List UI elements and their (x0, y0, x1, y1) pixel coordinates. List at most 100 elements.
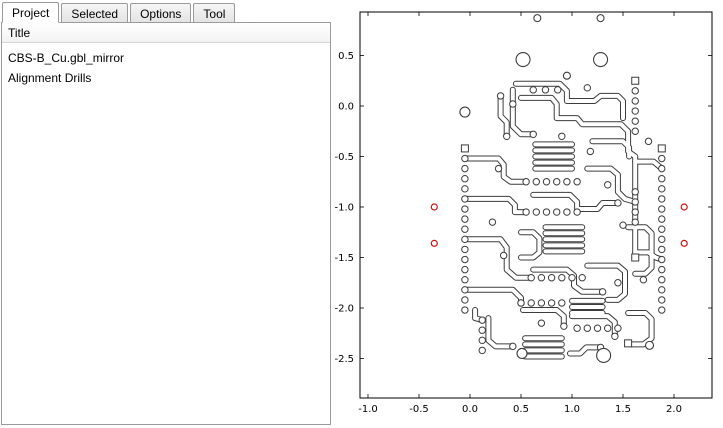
pad (599, 289, 605, 295)
pad (559, 275, 565, 281)
y-tick-label: -2.5 (334, 354, 354, 365)
tab-options[interactable]: Options (130, 3, 191, 23)
pad (528, 275, 534, 281)
y-tick-label: 0.0 (338, 102, 354, 113)
pad (489, 219, 495, 225)
square-pad (461, 145, 468, 152)
mount-hole (517, 348, 527, 358)
pad (538, 275, 544, 281)
pad (559, 300, 565, 306)
pad (659, 236, 665, 242)
pad (659, 256, 665, 262)
pad (523, 209, 529, 215)
project-item[interactable]: Alignment Drills (2, 68, 330, 88)
mount-hole (563, 72, 570, 79)
mount-hole (594, 53, 608, 67)
pad (659, 196, 665, 202)
pad (548, 275, 554, 281)
x-tick-label: 1.0 (564, 404, 580, 415)
pad (538, 320, 544, 326)
pad (587, 148, 593, 154)
pad (615, 325, 621, 331)
pad (462, 155, 468, 161)
pad (659, 297, 665, 303)
pad (584, 85, 590, 91)
pad (462, 307, 468, 313)
pad (574, 325, 580, 331)
pad (659, 266, 665, 272)
pad (479, 347, 485, 353)
pad (462, 266, 468, 272)
pad (523, 179, 529, 185)
pad (564, 209, 570, 215)
left-panel: ProjectSelectedOptionsTool Title CBS-B_C… (0, 0, 333, 428)
app-window: ProjectSelectedOptionsTool Title CBS-B_C… (0, 0, 723, 428)
pad (462, 277, 468, 283)
pad (528, 300, 534, 306)
pad (612, 333, 618, 339)
plot-svg[interactable]: -1.0-0.50.00.51.01.52.00.50.0-0.5-1.0-1.… (333, 0, 723, 428)
pad (462, 246, 468, 252)
pad (479, 317, 485, 323)
pad (605, 182, 611, 188)
mount-hole (516, 53, 530, 67)
tab-tool[interactable]: Tool (193, 3, 235, 23)
pad (632, 209, 638, 215)
pad (632, 98, 638, 104)
pad (462, 206, 468, 212)
project-panel: Title CBS-B_Cu.gbl_mirrorAlignment Drill… (1, 22, 331, 425)
pad (632, 118, 638, 124)
pad (538, 300, 544, 306)
pad (495, 165, 501, 171)
pad (500, 252, 506, 258)
pad (620, 222, 626, 228)
pad (542, 87, 548, 93)
list-header-title: Title (2, 23, 330, 43)
square-pad (632, 77, 639, 84)
pad (632, 108, 638, 114)
x-tick-label: -1.0 (358, 404, 378, 415)
mount-hole (534, 15, 541, 22)
pad (584, 325, 590, 331)
project-item[interactable]: CBS-B_Cu.gbl_mirror (2, 48, 330, 68)
pad (561, 323, 567, 329)
tab-project[interactable]: Project (2, 2, 59, 23)
y-tick-label: -1.0 (334, 203, 354, 214)
pad (659, 186, 665, 192)
x-tick-label: -0.5 (409, 404, 429, 415)
pad (645, 138, 651, 144)
pad (659, 226, 665, 232)
pad (533, 209, 539, 215)
pad (462, 196, 468, 202)
pad (479, 327, 485, 333)
pad (518, 300, 524, 306)
pad (574, 179, 580, 185)
pad (640, 277, 646, 283)
y-tick-label: -0.5 (334, 152, 354, 163)
pad (462, 176, 468, 182)
pad (462, 216, 468, 222)
pad (554, 209, 560, 215)
pad (659, 155, 665, 161)
pad (462, 236, 468, 242)
pad (462, 256, 468, 262)
pad (579, 275, 585, 281)
pad (462, 165, 468, 171)
mount-hole (646, 341, 654, 349)
x-tick-label: 1.5 (615, 404, 631, 415)
pad (659, 246, 665, 252)
plot-area[interactable]: -1.0-0.50.00.51.01.52.00.50.0-0.5-1.0-1.… (333, 0, 723, 428)
pad (659, 277, 665, 283)
pad (533, 179, 539, 185)
mount-hole (597, 15, 604, 22)
pad (615, 200, 621, 206)
tab-selected[interactable]: Selected (61, 3, 128, 23)
pad (510, 101, 516, 107)
pad (510, 343, 516, 349)
pad (554, 179, 560, 185)
y-tick-label: -2.0 (334, 304, 354, 315)
pad (462, 287, 468, 293)
pad (530, 131, 536, 137)
tab-bar: ProjectSelectedOptionsTool (2, 2, 237, 23)
pad (543, 179, 549, 185)
